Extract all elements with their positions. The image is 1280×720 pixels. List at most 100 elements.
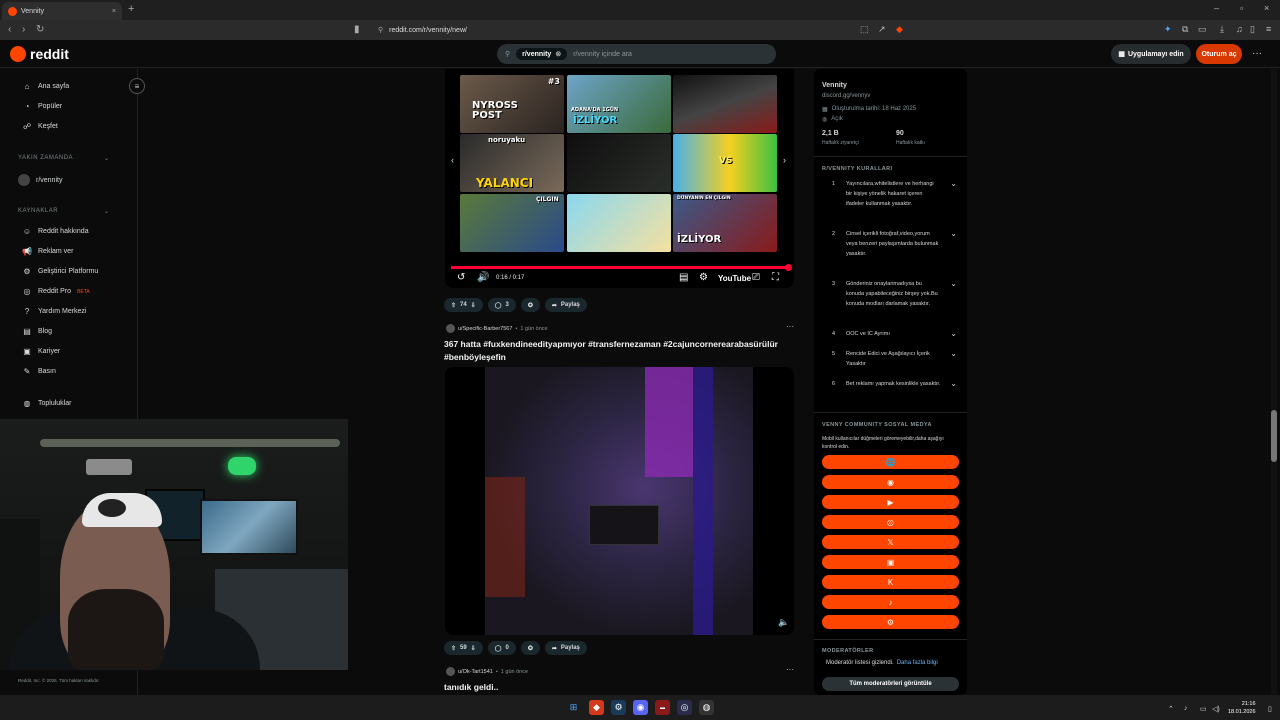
site-settings-icon[interactable]: ⚲ bbox=[378, 26, 383, 34]
video-thumbnail[interactable] bbox=[567, 134, 671, 192]
award-button[interactable]: ✪ bbox=[520, 298, 540, 312]
app-icon[interactable]: ▬ bbox=[655, 700, 670, 715]
vote-control[interactable]: ⇧ 59 ⇩ bbox=[444, 641, 483, 655]
rule-item[interactable]: 1 Yayıncılara,whitelistlere ve herhangi … bbox=[832, 179, 957, 209]
sidebar-item-careers[interactable]: ▣ Kariyer bbox=[22, 347, 60, 356]
reload-icon[interactable]: ↻ bbox=[36, 24, 44, 35]
steam-icon[interactable]: ⚙ bbox=[611, 700, 626, 715]
mic-icon[interactable]: ♪ bbox=[1184, 705, 1188, 712]
sidebar-item-home[interactable]: ⌂ Ana sayfa bbox=[22, 82, 70, 91]
social-link-discord[interactable]: ◉ bbox=[822, 475, 959, 489]
post-title[interactable]: tanıdık geldi.. bbox=[444, 682, 498, 692]
gallery-prev-icon[interactable]: ‹ bbox=[451, 155, 454, 165]
social-link-tiktok[interactable]: ♪ bbox=[822, 595, 959, 609]
video-thumbnail[interactable]: DÜNYANIN EN ÇILGIN İZLİYOR bbox=[673, 194, 777, 252]
video-thumbnail[interactable]: VS bbox=[673, 134, 777, 192]
media-icon[interactable]: ♫ bbox=[1236, 24, 1243, 34]
system-clock[interactable]: 21:16 18.01.2026 bbox=[1228, 700, 1256, 716]
upvote-icon[interactable]: ⇧ bbox=[451, 645, 456, 652]
post-title[interactable]: 367 hatta #fuxkendineedityapmıyor #trans… bbox=[444, 338, 794, 364]
address-bar[interactable]: ⚲ reddit.com/r/vennity/new/ bbox=[370, 23, 910, 37]
video-thumbnail[interactable]: ÇILGIN bbox=[460, 194, 564, 252]
sidebar-item-explore[interactable]: ☍ Keşfet bbox=[22, 122, 58, 131]
close-window-button[interactable]: × bbox=[1264, 3, 1269, 13]
mute-icon[interactable]: 🔈 bbox=[778, 617, 789, 628]
sidebar-item-popular[interactable]: ◔ Popüler bbox=[22, 102, 63, 111]
tray-chevron-icon[interactable]: ⌃ bbox=[1168, 705, 1174, 713]
social-link-x[interactable]: 𝕏 bbox=[822, 535, 959, 549]
sidebar-item-pro[interactable]: ◎ Reddit Pro BETA bbox=[22, 287, 90, 296]
downvote-icon[interactable]: ⇩ bbox=[471, 302, 476, 309]
post-options-icon[interactable]: ··· bbox=[786, 322, 794, 331]
rule-item[interactable]: 2 Cinsel içerikli fotoğraf,video,yorum v… bbox=[832, 229, 957, 259]
sidebar-item-communities[interactable]: ◍ Topluluklar bbox=[22, 399, 72, 408]
social-link-twitch[interactable]: ▣ bbox=[822, 555, 959, 569]
bookmark-icon[interactable]: ▮ bbox=[354, 24, 360, 35]
replay-icon[interactable]: ↺ bbox=[457, 272, 465, 283]
social-link-kick[interactable]: K bbox=[822, 575, 959, 589]
scrollbar-thumb[interactable] bbox=[1271, 410, 1277, 462]
brave-shield-icon[interactable]: ◆ bbox=[896, 24, 903, 35]
upvote-icon[interactable]: ⇧ bbox=[451, 302, 456, 309]
login-button[interactable]: Oturum aç bbox=[1196, 44, 1242, 64]
rule-item[interactable]: 4 OOC ve IC Ayrımı ⌄ bbox=[832, 329, 957, 339]
post-video[interactable] bbox=[445, 367, 794, 635]
video-thumbnail[interactable]: #3 NYROSS POST bbox=[460, 75, 564, 133]
fullscreen-icon[interactable]: ⛶ bbox=[772, 272, 779, 283]
maximize-button[interactable]: ▫ bbox=[1240, 3, 1243, 13]
more-options-icon[interactable]: ··· bbox=[1252, 48, 1262, 59]
menu-icon[interactable]: ≡ bbox=[1266, 24, 1271, 34]
rule-item[interactable]: 5 Rencide Edici ve Aşağılayıcı İçerik Ya… bbox=[832, 349, 957, 369]
reddit-logo[interactable]: reddit bbox=[10, 46, 69, 62]
social-link-youtube[interactable]: ▶ bbox=[822, 495, 959, 509]
get-app-button[interactable]: ▦ Uygulamayı edin bbox=[1111, 44, 1191, 64]
comments-button[interactable]: ◯ 0 bbox=[487, 641, 516, 655]
subtitles-icon[interactable]: ▤ bbox=[679, 272, 688, 283]
chip-close-icon[interactable]: ⊗ bbox=[555, 50, 561, 58]
downvote-icon[interactable]: ⇩ bbox=[471, 645, 476, 652]
share-button[interactable]: ➦ Paylaş bbox=[544, 298, 587, 312]
video-thumbnail[interactable]: ADANA'DA 1GÜN İZLİYOR bbox=[567, 75, 671, 133]
social-link-steam[interactable]: ⚙ bbox=[822, 615, 959, 629]
extension-icon[interactable]: ✦ bbox=[1164, 24, 1172, 35]
sidebar-item-press[interactable]: ✎ Basın bbox=[22, 367, 56, 376]
back-icon[interactable]: ‹ bbox=[8, 24, 11, 35]
video-thumbnail[interactable]: noruyaku YALANCI bbox=[460, 134, 564, 192]
new-tab-button[interactable]: + bbox=[128, 3, 134, 15]
view-all-mods-button[interactable]: Tüm moderatörleri görüntüle bbox=[822, 677, 959, 691]
gallery-next-icon[interactable]: › bbox=[783, 155, 786, 165]
video-progress-bar[interactable] bbox=[451, 264, 792, 271]
award-button[interactable]: ✪ bbox=[520, 641, 540, 655]
social-link-instagram[interactable]: ◎ bbox=[822, 515, 959, 529]
speaker-icon[interactable]: ◁) bbox=[1212, 705, 1220, 713]
network-icon[interactable]: ▭ bbox=[1200, 705, 1207, 713]
minimize-button[interactable]: – bbox=[1214, 3, 1219, 13]
tab-close-icon[interactable]: × bbox=[112, 8, 116, 15]
progress-knob[interactable] bbox=[785, 264, 792, 271]
cast-icon[interactable]: ⎚ bbox=[752, 272, 760, 283]
social-link-globe[interactable]: 🌐 bbox=[822, 455, 959, 469]
mods-more-link[interactable]: Daha fazla bilgi bbox=[897, 660, 938, 666]
wallet-icon[interactable]: ▭ bbox=[1198, 24, 1207, 35]
screenshot-icon[interactable]: ⬚ bbox=[860, 24, 869, 35]
sidebar-item-advertise[interactable]: 📢 Reklam ver bbox=[22, 247, 73, 256]
forward-icon[interactable]: › bbox=[22, 24, 25, 35]
scrollbar-track[interactable] bbox=[1271, 69, 1277, 695]
video-thumbnail[interactable] bbox=[673, 75, 777, 133]
rule-item[interactable]: 3 Gönderiniz onaylanmadıysa bu konuda ya… bbox=[832, 279, 957, 309]
search-community-chip[interactable]: r/vennity ⊗ bbox=[516, 48, 568, 60]
sidebar-item-vennity[interactable]: r/vennity bbox=[18, 174, 62, 186]
browser-tab[interactable]: Vennity × bbox=[2, 2, 122, 20]
share-button[interactable]: ➦ Paylaş bbox=[544, 641, 587, 655]
share-icon[interactable]: ↗ bbox=[878, 24, 886, 35]
obs-icon[interactable]: ◎ bbox=[677, 700, 692, 715]
post-options-icon[interactable]: ··· bbox=[786, 665, 794, 674]
brave-icon[interactable]: ◆ bbox=[589, 700, 604, 715]
recent-heading[interactable]: YAKIN ZAMANDA ⌄ bbox=[18, 155, 109, 162]
notifications-icon[interactable]: ▯ bbox=[1268, 705, 1272, 713]
community-link[interactable]: discord.gg/vennyv bbox=[822, 93, 870, 99]
sidebar-toggle-button[interactable]: ≡ bbox=[129, 78, 145, 94]
puzzle-icon[interactable]: ⧉ bbox=[1182, 24, 1188, 35]
app-icon[interactable]: ◍ bbox=[699, 700, 714, 715]
youtube-embed[interactable]: #3 NYROSS POST ADANA'DA 1GÜN İZLİYOR nor… bbox=[445, 69, 794, 288]
